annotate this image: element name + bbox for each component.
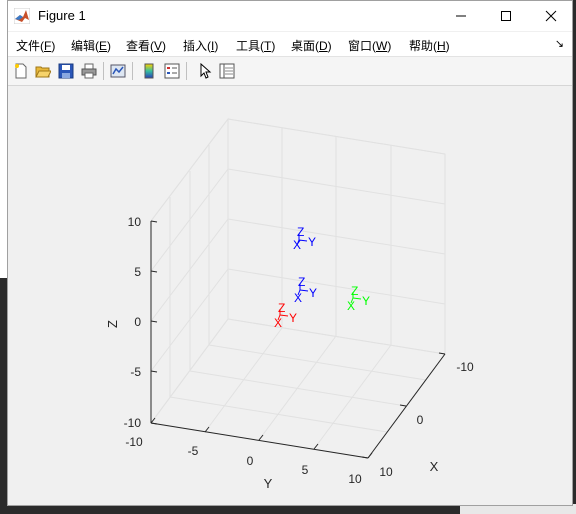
z-tick-label: 5 bbox=[134, 265, 141, 279]
toolbar-separator bbox=[132, 62, 133, 80]
property-inspector-button[interactable] bbox=[217, 61, 237, 81]
property-inspector-icon bbox=[219, 63, 235, 79]
toolbar-separator bbox=[186, 62, 187, 80]
close-button[interactable] bbox=[528, 1, 574, 31]
menu-edit[interactable]: 编辑(E) bbox=[71, 37, 111, 54]
open-file-button[interactable] bbox=[33, 61, 53, 81]
menu-tools[interactable]: 工具(T) bbox=[236, 37, 275, 54]
insert-legend-icon bbox=[164, 63, 180, 79]
frame-red-z-label: Z bbox=[278, 301, 285, 315]
toolbar-separator bbox=[103, 62, 104, 80]
frame-blue-1-y-label: Y bbox=[309, 286, 317, 300]
frame-blue-2-z-label: Z bbox=[297, 225, 304, 239]
print-icon bbox=[81, 63, 97, 79]
frame-blue-2-y-label: Y bbox=[308, 235, 316, 249]
new-figure-button[interactable] bbox=[11, 61, 31, 81]
z-tick-label: 10 bbox=[128, 215, 142, 229]
figure-window: Figure 1 文件(F) 编辑(E) 查看(V) 插入(I) 工具(T) 桌… bbox=[7, 0, 573, 506]
link-plot-icon bbox=[110, 64, 126, 78]
z-tick-label: -10 bbox=[124, 416, 142, 430]
save-button[interactable] bbox=[56, 61, 76, 81]
save-icon bbox=[58, 63, 74, 79]
edit-plot-icon bbox=[200, 63, 212, 79]
z-tick-label: -5 bbox=[130, 365, 141, 379]
y-tick-label: 5 bbox=[302, 463, 309, 477]
figure-toolbar bbox=[8, 57, 572, 86]
frame-blue-2-x-label: X bbox=[293, 238, 301, 252]
minimize-icon bbox=[456, 15, 466, 17]
y-tick-label: -10 bbox=[125, 435, 143, 449]
frame-green-x-label: X bbox=[347, 299, 355, 313]
minimize-button[interactable] bbox=[438, 1, 484, 31]
menu-view[interactable]: 查看(V) bbox=[126, 37, 166, 54]
y-tick-label: 0 bbox=[247, 454, 254, 468]
menu-file[interactable]: 文件(F) bbox=[16, 37, 55, 54]
link-plot-button[interactable] bbox=[108, 61, 128, 81]
insert-colorbar-icon bbox=[144, 63, 154, 79]
y-tick-label: 10 bbox=[348, 472, 362, 486]
frame-blue-1-x-label: X bbox=[294, 291, 302, 305]
x-tick-label: 10 bbox=[379, 465, 393, 479]
y-tick-label: -5 bbox=[188, 444, 199, 458]
frame-green-z-label: Z bbox=[351, 284, 358, 298]
x-tick-label: 0 bbox=[417, 413, 424, 427]
title-bar[interactable]: Figure 1 bbox=[8, 1, 572, 31]
frame-green-y-label: Y bbox=[362, 294, 370, 308]
insert-legend-button[interactable] bbox=[162, 61, 182, 81]
open-file-icon bbox=[35, 66, 51, 78]
z-tick-label: 0 bbox=[134, 315, 141, 329]
menu-help[interactable]: 帮助(H) bbox=[409, 37, 450, 54]
edit-plot-button[interactable] bbox=[195, 61, 215, 81]
y-axis-label: Y bbox=[264, 476, 273, 491]
maximize-button[interactable] bbox=[483, 1, 529, 31]
menu-bar: 文件(F) 编辑(E) 查看(V) 插入(I) 工具(T) 桌面(D) 窗口(W… bbox=[8, 32, 572, 57]
new-figure-icon bbox=[15, 63, 27, 79]
x-tick-label: -10 bbox=[456, 360, 474, 374]
window-title: Figure 1 bbox=[38, 8, 86, 23]
insert-colorbar-button[interactable] bbox=[139, 61, 159, 81]
x-axis-label: X bbox=[430, 459, 439, 474]
frame-red-x-label: X bbox=[274, 316, 282, 330]
z-axis-label: Z bbox=[105, 320, 120, 328]
matlab-logo-icon bbox=[14, 8, 30, 24]
menu-insert[interactable]: 插入(I) bbox=[183, 37, 218, 54]
menu-window[interactable]: 窗口(W) bbox=[348, 37, 391, 54]
menu-desktop[interactable]: 桌面(D) bbox=[291, 37, 332, 54]
frame-red-y-label: Y bbox=[289, 311, 297, 325]
close-icon bbox=[545, 10, 557, 22]
maximize-icon bbox=[501, 11, 511, 21]
print-button[interactable] bbox=[79, 61, 99, 81]
dock-arrow-icon[interactable]: ↘ bbox=[555, 37, 564, 50]
plot-canvas[interactable]: 10 5 0 -5 -10 -10 -5 0 5 10 -10 0 10 Z Y… bbox=[8, 86, 572, 506]
frame-blue-1-z-label: Z bbox=[298, 275, 305, 289]
